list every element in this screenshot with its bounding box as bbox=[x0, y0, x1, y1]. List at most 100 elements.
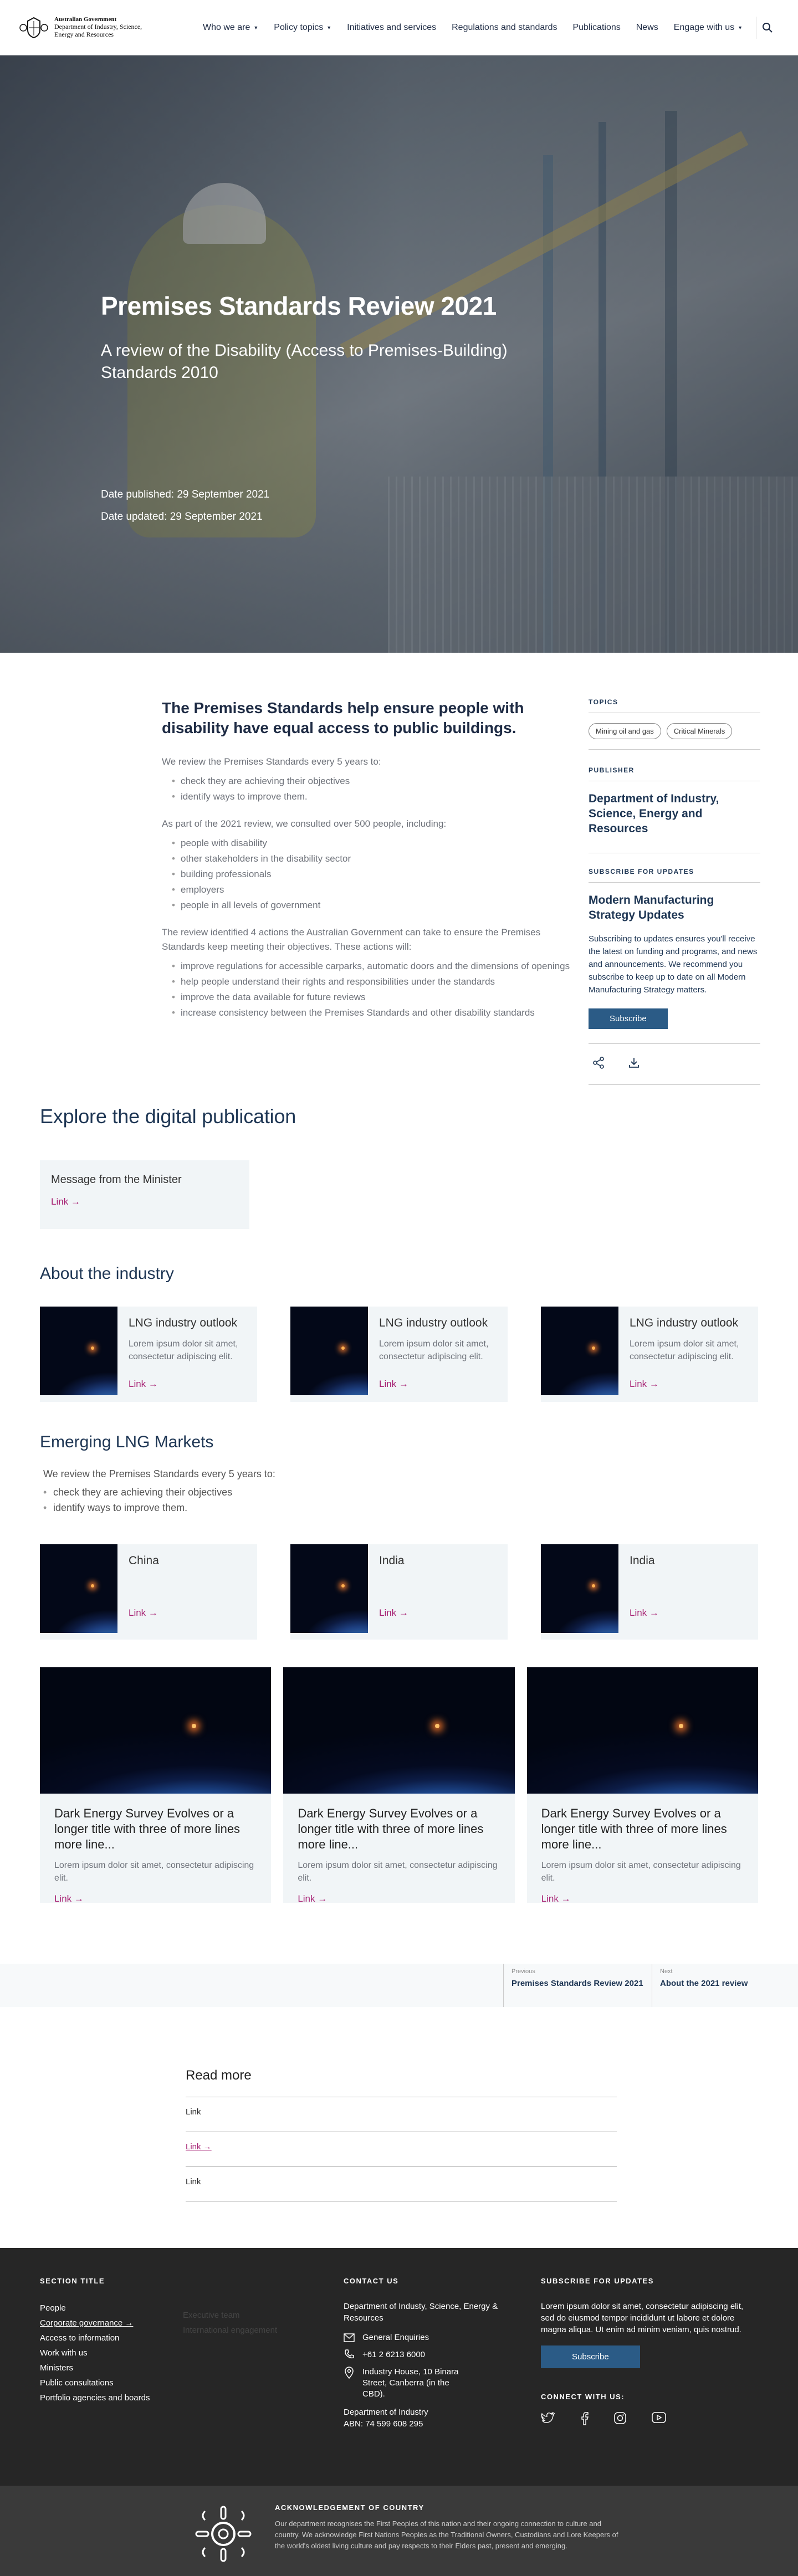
card-description: Lorem ipsum dolor sit amet, consectetur … bbox=[129, 1339, 238, 1361]
footer-link-corporate-governance[interactable]: Corporate governance → bbox=[40, 2318, 133, 2328]
tag-critical-minerals[interactable]: Critical Minerals bbox=[666, 723, 733, 739]
card-title: Dark Energy Survey Evolves or a longer t… bbox=[54, 1806, 241, 1851]
footer-subscribe-heading: SUBSCRIBE FOR UPDATES bbox=[541, 2277, 654, 2285]
nav-who-we-are[interactable]: Who we are ▼ bbox=[195, 23, 266, 33]
nav-news[interactable]: News bbox=[628, 23, 666, 33]
location-pin-icon bbox=[345, 2367, 354, 2379]
publisher-link[interactable]: Department of Industry, Science, Energy … bbox=[589, 791, 760, 853]
minister-card-link[interactable]: Link → bbox=[51, 1196, 80, 1207]
card-title: LNG industry outlook bbox=[630, 1317, 739, 1329]
nav-policy-topics[interactable]: Policy topics ▼ bbox=[266, 23, 339, 33]
card-description: Lorem ipsum dolor sit amet, consectetur … bbox=[379, 1339, 489, 1361]
feature-card[interactable]: Dark Energy Survey Evolves or a longer t… bbox=[526, 1667, 758, 1904]
card-thumbnail bbox=[290, 1544, 368, 1633]
page-title: Premises Standards Review 2021 bbox=[101, 291, 497, 320]
card-thumbnail bbox=[40, 1307, 117, 1395]
card-link[interactable]: Link → bbox=[298, 1893, 327, 1904]
card-link[interactable]: Link → bbox=[630, 1607, 659, 1618]
contact-address: Industry House, 10 Binara Street, Canber… bbox=[362, 2367, 459, 2399]
card-title: LNG industry outlook bbox=[129, 1317, 238, 1329]
footer-link-work-with-us[interactable]: Work with us bbox=[40, 2348, 88, 2358]
instagram-icon[interactable] bbox=[614, 2412, 626, 2428]
read-more-link[interactable]: Link → bbox=[186, 2132, 617, 2167]
nav-engage[interactable]: Engage with us ▼ bbox=[666, 23, 750, 33]
previous-title: Premises Standards Review 2021 bbox=[511, 1979, 643, 1988]
article-paragraph: We review the Premises Standards every 5… bbox=[162, 756, 381, 767]
footer-section-title: SECTION TITLE bbox=[40, 2277, 105, 2285]
card-link[interactable]: Link → bbox=[129, 1607, 158, 1618]
footer-link-ministers[interactable]: Ministers bbox=[40, 2363, 73, 2373]
card-description: Lorem ipsum dolor sit amet, consectetur … bbox=[298, 1861, 498, 1883]
card-link[interactable]: Link → bbox=[54, 1893, 84, 1904]
page-pagination: Previous Premises Standards Review 2021 … bbox=[0, 1964, 798, 2007]
industry-card[interactable]: LNG industry outlook Lorem ipsum dolor s… bbox=[40, 1307, 257, 1402]
page-subtitle: A review of the Disability (Access to Pr… bbox=[101, 341, 508, 382]
twitter-icon[interactable] bbox=[541, 2411, 555, 2428]
list-item: improve the data available for future re… bbox=[172, 990, 576, 1005]
first-nations-emblem-icon bbox=[195, 2506, 252, 2562]
footer-faded-links: Executive team International engagement bbox=[183, 2308, 305, 2338]
contact-phone-link[interactable]: +61 2 6213 6000 bbox=[362, 2350, 425, 2359]
download-icon[interactable] bbox=[627, 1056, 641, 1072]
explore-title: Explore the digital publication bbox=[40, 1105, 296, 1128]
contact-department: Department of Industry bbox=[344, 2408, 428, 2417]
card-link[interactable]: Link → bbox=[630, 1379, 659, 1389]
market-card[interactable]: India Link → bbox=[290, 1544, 508, 1640]
footer-link-public-consultations[interactable]: Public consultations bbox=[40, 2378, 114, 2388]
footer-link-international[interactable]: International engagement bbox=[183, 2323, 305, 2338]
industry-title: About the industry bbox=[40, 1264, 174, 1283]
subscribe-heading: SUBSCRIBE FOR UPDATES bbox=[589, 868, 760, 883]
facebook-icon[interactable] bbox=[581, 2411, 589, 2428]
main-nav: Who we are ▼ Policy topics ▼ Initiatives a… bbox=[195, 16, 779, 39]
share-icon[interactable] bbox=[592, 1056, 605, 1072]
footer-subscribe-button[interactable]: Subscribe bbox=[541, 2345, 640, 2368]
footer-link-portfolio-agencies[interactable]: Portfolio agencies and boards bbox=[40, 2393, 150, 2403]
article-section: The Premises Standards help ensure peopl… bbox=[0, 653, 798, 1085]
publisher-heading: PUBLISHER bbox=[589, 766, 760, 781]
card-link[interactable]: Link → bbox=[541, 1893, 571, 1904]
footer-link-executive-team[interactable]: Executive team bbox=[183, 2308, 305, 2323]
contact-email-link[interactable]: General Enquiries bbox=[362, 2333, 429, 2342]
site-logo[interactable]: Australian Government Department of Indu… bbox=[19, 16, 185, 40]
chevron-down-icon: ▼ bbox=[253, 24, 259, 30]
card-image bbox=[40, 1667, 272, 1794]
card-link[interactable]: Link → bbox=[129, 1379, 158, 1389]
next-title: About the 2021 review bbox=[660, 1979, 748, 1988]
card-link[interactable]: Link → bbox=[379, 1607, 408, 1618]
industry-card[interactable]: LNG industry outlook Lorem ipsum dolor s… bbox=[290, 1307, 508, 1402]
subscribe-button[interactable]: Subscribe bbox=[589, 1008, 668, 1029]
industry-card[interactable]: LNG industry outlook Lorem ipsum dolor s… bbox=[541, 1307, 758, 1402]
feature-card[interactable]: Dark Energy Survey Evolves or a longer t… bbox=[40, 1667, 272, 1904]
market-card[interactable]: China Link → bbox=[40, 1544, 257, 1640]
nav-regulations[interactable]: Regulations and standards bbox=[444, 23, 565, 33]
youtube-icon[interactable] bbox=[652, 2412, 666, 2428]
subscribe-title: Modern Manufacturing Strategy Updates bbox=[589, 894, 714, 921]
site-footer: SECTION TITLE People Corporate governanc… bbox=[0, 2248, 798, 2486]
footer-link-access-information[interactable]: Access to information bbox=[40, 2333, 119, 2343]
feature-card[interactable]: Dark Energy Survey Evolves or a longer t… bbox=[283, 1667, 515, 1904]
social-links bbox=[541, 2411, 757, 2428]
nav-publications[interactable]: Publications bbox=[565, 23, 628, 33]
read-more-link[interactable]: Link bbox=[186, 2167, 617, 2201]
read-more-link[interactable]: Link bbox=[186, 2097, 617, 2132]
next-page-link[interactable]: Next About the 2021 review bbox=[652, 1964, 798, 2007]
chevron-down-icon: ▼ bbox=[738, 24, 743, 30]
connect-heading: CONNECT WITH US: bbox=[541, 2393, 625, 2401]
list-item: improve regulations for accessible carpa… bbox=[172, 959, 576, 974]
nav-initiatives[interactable]: Initiatives and services bbox=[339, 23, 444, 33]
search-button[interactable] bbox=[756, 16, 778, 39]
chevron-down-icon: ▼ bbox=[326, 24, 332, 30]
card-image bbox=[526, 1667, 758, 1794]
article-body: The Premises Standards help ensure peopl… bbox=[162, 698, 576, 1033]
tag-mining-oil-gas[interactable]: Mining oil and gas bbox=[589, 723, 661, 739]
card-title: Dark Energy Survey Evolves or a longer t… bbox=[541, 1806, 727, 1851]
market-card[interactable]: India Link → bbox=[541, 1544, 758, 1640]
minister-card[interactable]: Message from the Minister Link → bbox=[40, 1160, 249, 1229]
footer-link-people[interactable]: People bbox=[40, 2303, 66, 2313]
article-list: people with disability other stakeholder… bbox=[172, 836, 576, 913]
card-link[interactable]: Link → bbox=[379, 1379, 408, 1389]
date-updated: Date updated: 29 September 2021 bbox=[101, 511, 263, 523]
previous-page-link[interactable]: Previous Premises Standards Review 2021 bbox=[503, 1964, 652, 2007]
list-item: other stakeholders in the disability sec… bbox=[172, 851, 576, 867]
topics-heading: TOPICS bbox=[589, 698, 760, 713]
